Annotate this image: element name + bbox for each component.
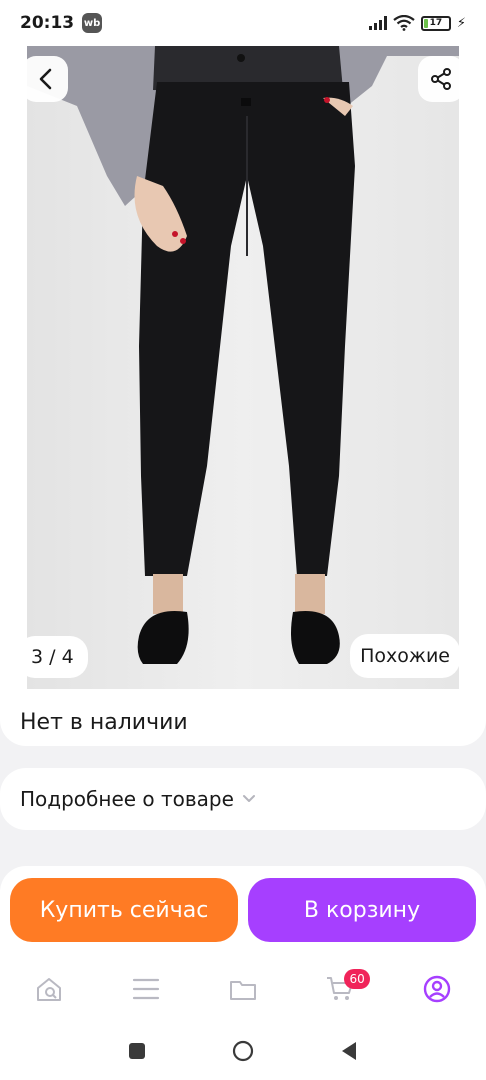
share-button[interactable] — [418, 56, 464, 102]
chevron-left-icon — [39, 68, 52, 90]
buy-now-button[interactable]: Купить сейчас — [10, 878, 238, 942]
image-counter: 3 / 4 — [17, 636, 88, 678]
status-bar: 20:13 wb 17 ⚡ — [0, 0, 486, 46]
tab-home[interactable] — [19, 967, 79, 1011]
battery-icon: 17 — [420, 15, 451, 31]
product-image-trousers — [27, 46, 459, 664]
recent-apps-icon[interactable] — [128, 1042, 146, 1060]
tab-delivery[interactable] — [213, 967, 273, 1011]
system-navigation-bar — [0, 1022, 486, 1080]
tab-cart[interactable]: 60 — [310, 967, 371, 1011]
product-photo[interactable] — [27, 46, 459, 689]
home-circle-icon[interactable] — [232, 1040, 254, 1062]
chevron-down-icon — [242, 795, 255, 802]
battery-level: 17 — [429, 18, 443, 28]
tab-catalog[interactable] — [116, 967, 176, 1011]
add-to-cart-button[interactable]: В корзину — [248, 878, 476, 942]
wildberries-app-icon: wb — [82, 13, 103, 33]
wifi-icon — [393, 15, 415, 31]
product-details-toggle[interactable]: Подробнее о товаре — [0, 768, 486, 830]
folder-icon — [229, 981, 256, 1000]
back-button[interactable] — [22, 56, 68, 102]
share-icon — [431, 68, 451, 90]
home-search-icon — [36, 978, 61, 1001]
charging-icon: ⚡ — [456, 15, 466, 31]
status-time: 20:13 — [20, 13, 75, 33]
tab-bar: 60 — [0, 962, 486, 1016]
similar-products-button[interactable]: Похожие — [350, 634, 460, 678]
cart-count-badge: 60 — [344, 969, 371, 989]
stock-status: Нет в наличии — [20, 710, 188, 735]
signal-icon — [368, 16, 387, 30]
details-label: Подробнее о товаре — [20, 787, 234, 811]
tab-profile[interactable] — [407, 967, 467, 1011]
back-triangle-icon[interactable] — [340, 1041, 358, 1061]
profile-icon — [424, 975, 451, 1003]
menu-icon — [132, 978, 159, 1000]
battery-fill — [423, 18, 429, 28]
product-gallery[interactable]: 3 / 4 Похожие Нет в наличии — [0, 46, 486, 746]
status-indicators: 17 ⚡ — [368, 15, 466, 31]
